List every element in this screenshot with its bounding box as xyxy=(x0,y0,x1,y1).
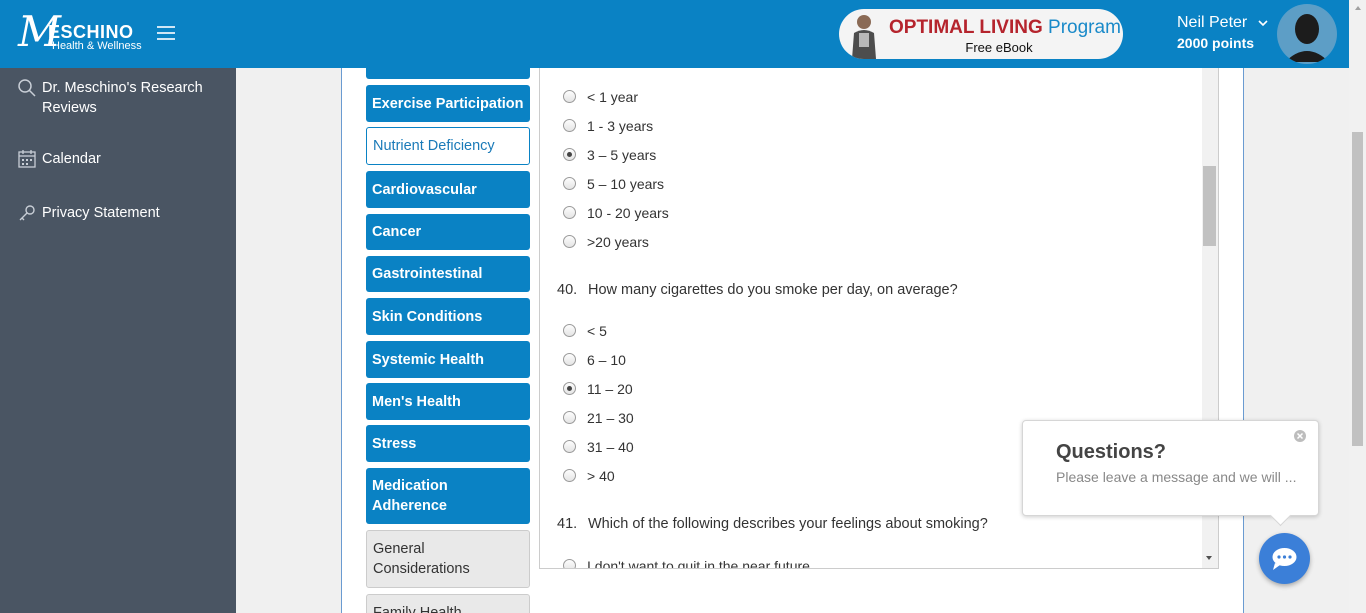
chat-popup[interactable]: Questions? Please leave a message and we… xyxy=(1022,420,1319,516)
user-silhouette-icon xyxy=(1278,5,1336,63)
category-button[interactable]: Gastrointestinal xyxy=(366,256,530,292)
close-icon[interactable] xyxy=(1293,429,1307,443)
meschino-logo[interactable]: M ESCHINO Health & Wellness xyxy=(18,10,148,58)
search-icon xyxy=(18,79,36,97)
q41-option-clip: I don't want to quit in the near future xyxy=(540,552,1202,568)
calendar-icon xyxy=(18,150,36,168)
questions-scrollbar-thumb[interactable] xyxy=(1203,166,1216,246)
radio-button[interactable] xyxy=(563,324,576,337)
radio-button-checked[interactable] xyxy=(563,382,576,395)
promo-title: OPTIMAL LIVING xyxy=(889,17,1043,38)
sidebar-item-privacy[interactable]: Privacy Statement xyxy=(0,203,236,223)
user-name[interactable]: Neil Peter xyxy=(1177,14,1247,32)
promo-program: Program xyxy=(1048,17,1121,38)
question-40: 40. How many cigarettes do you smoke per … xyxy=(557,282,958,298)
scroll-up-arrow-icon[interactable] xyxy=(1353,4,1363,12)
category-button[interactable]: Exercise Participation xyxy=(366,85,530,122)
radio-button[interactable] xyxy=(563,177,576,190)
radio-button[interactable] xyxy=(563,119,576,132)
sidebar-item-label: Privacy Statement xyxy=(42,205,160,221)
category-button[interactable]: Stress xyxy=(366,425,530,462)
question-41: 41. Which of the following describes your… xyxy=(557,516,988,532)
radio-button[interactable] xyxy=(563,206,576,219)
category-button[interactable]: Systemic Health xyxy=(366,341,530,378)
hamburger-menu-icon[interactable] xyxy=(157,26,175,40)
category-button[interactable]: Family Health xyxy=(366,594,530,613)
sidebar-item-label: Calendar xyxy=(42,151,101,167)
chat-title: Questions? xyxy=(1056,441,1167,463)
top-header: M ESCHINO Health & Wellness OPTIMAL LIVI… xyxy=(0,0,1349,68)
radio-button[interactable] xyxy=(563,90,576,103)
radio-button[interactable] xyxy=(563,411,576,424)
chat-button[interactable] xyxy=(1259,533,1310,584)
radio-button[interactable] xyxy=(563,469,576,482)
radio-button[interactable] xyxy=(563,235,576,248)
category-button[interactable]: Medication Adherence xyxy=(366,468,530,524)
category-button[interactable]: Skin Conditions xyxy=(366,298,530,335)
radio-button[interactable] xyxy=(563,353,576,366)
sidebar-item-label: Dr. Meschino's Research Reviews xyxy=(42,80,203,116)
chat-bubble-icon xyxy=(1272,548,1297,570)
scroll-down-arrow-icon[interactable] xyxy=(1204,553,1214,563)
chat-message: Please leave a message and we will ... xyxy=(1056,469,1297,485)
radio-button-checked[interactable] xyxy=(563,148,576,161)
user-points: 2000 points xyxy=(1177,35,1255,51)
promo-subtitle: Free eBook xyxy=(965,40,1033,55)
sidebar-item-research-reviews[interactable]: Dr. Meschino's Research Reviews xyxy=(0,78,236,118)
radio-button[interactable] xyxy=(563,440,576,453)
category-button[interactable]: General Considerations xyxy=(366,530,530,588)
chevron-down-icon[interactable] xyxy=(1258,18,1268,28)
optimal-living-promo-banner[interactable]: OPTIMAL LIVING Program Free eBook xyxy=(839,9,1123,59)
sidebar-item-calendar[interactable]: Calendar xyxy=(0,149,236,169)
category-button-active[interactable]: Nutrient Deficiency xyxy=(366,127,530,165)
key-icon xyxy=(19,205,35,221)
page-scrollbar-thumb[interactable] xyxy=(1352,132,1363,446)
category-button[interactable]: Men's Health xyxy=(366,383,530,420)
avatar[interactable] xyxy=(1277,4,1337,64)
category-button[interactable]: Cancer xyxy=(366,214,530,250)
logo-subtitle: Health & Wellness xyxy=(52,40,142,52)
radio-button[interactable] xyxy=(563,559,576,568)
category-button[interactable]: Cardiovascular xyxy=(366,171,530,208)
category-button-hidden[interactable] xyxy=(366,56,530,79)
